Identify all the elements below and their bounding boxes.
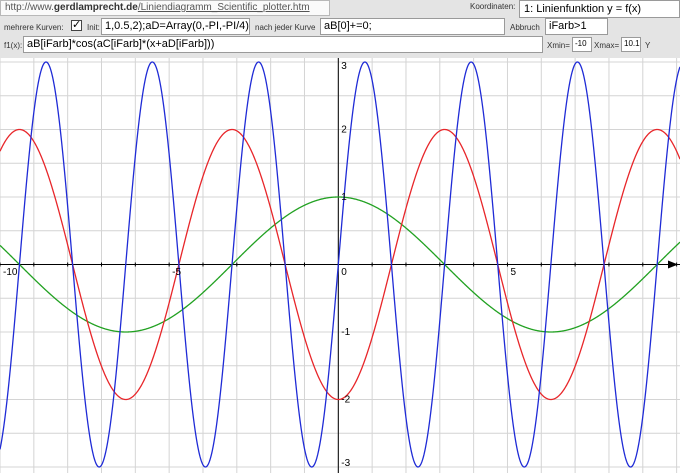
toolbar: http://www.gerdlamprecht.de/Liniendiagra… — [0, 0, 680, 58]
multi-curves-checkbox[interactable] — [71, 18, 82, 31]
coordinates-value: 1: Linienfunktion y = f(x) — [524, 3, 642, 15]
init-label: Init: — [87, 23, 100, 32]
x-tick-label: 0 — [341, 267, 347, 278]
y-tick-label: -2 — [341, 395, 350, 406]
after-curve-value: aB[0]+=0; — [324, 20, 372, 32]
y-tick-label: 2 — [341, 125, 347, 136]
y-label: Y — [645, 41, 651, 50]
xmin-value: -10 — [575, 39, 587, 48]
function-input[interactable]: aB[iFarb]*cos(aC[iFarb]*(x+aD[iFarb])) — [23, 36, 543, 53]
y-tick-label: -1 — [341, 327, 350, 338]
url-bar[interactable]: http://www.gerdlamprecht.de/Liniendiagra… — [0, 0, 330, 16]
url-domain: gerdlamprecht.de — [53, 2, 138, 13]
xmin-label: Xmin= — [547, 41, 570, 50]
init-value: 1,0.5,2);aD=Array(0,-PI,-PI/4) — [105, 20, 249, 32]
abort-input[interactable]: iFarb>1 — [545, 18, 608, 35]
after-curve-label: nach jeder Kurve — [255, 23, 316, 32]
xmax-input[interactable]: 10.1 — [621, 37, 641, 52]
xmax-value: 10.1 — [624, 39, 640, 48]
url-prefix: http://www. — [5, 2, 54, 13]
abort-label: Abbruch — [510, 23, 540, 32]
multi-curves-label: mehrere Kurven: — [4, 23, 64, 32]
coordinates-label: Koordinaten: — [470, 2, 516, 11]
xmin-input[interactable]: -10 — [572, 37, 592, 52]
x-tick-label: 5 — [510, 267, 516, 278]
y-tick-label: 1 — [341, 192, 347, 203]
after-curve-input[interactable]: aB[0]+=0; — [320, 18, 505, 35]
function-value: aB[iFarb]*cos(aC[iFarb]*(x+aD[iFarb])) — [27, 38, 215, 50]
url-path: /Liniendiagramm_Scientific_plotter.htm — [137, 2, 310, 13]
init-input[interactable]: 1,0.5,2);aD=Array(0,-PI,-PI/4) — [101, 18, 250, 35]
x-tick-label: -10 — [3, 267, 18, 278]
function-plot[interactable]: -10 -5 0 5 3 2 1 -1 -2 -3 — [0, 58, 680, 473]
y-tick-label: -3 — [341, 458, 350, 469]
y-tick-label: 3 — [341, 61, 347, 72]
x-tick-label: -5 — [172, 267, 181, 278]
function-label: f1(x): — [4, 41, 23, 50]
abort-value: iFarb>1 — [549, 20, 587, 32]
coordinates-select[interactable]: 1: Linienfunktion y = f(x) — [519, 0, 680, 18]
xmax-label: Xmax= — [594, 41, 620, 50]
